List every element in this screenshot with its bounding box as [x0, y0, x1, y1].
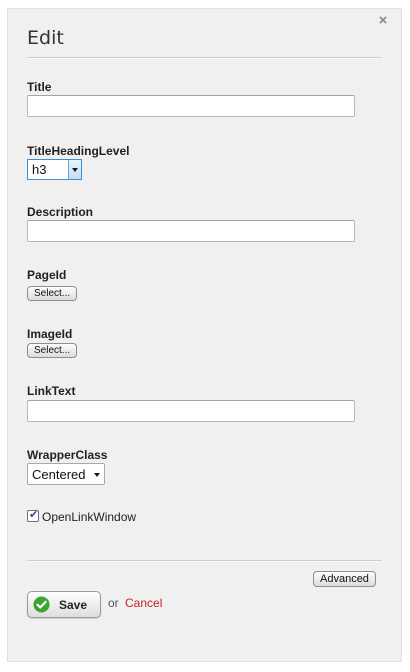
- page-id-label: PageId: [27, 268, 67, 282]
- title-heading-level-select[interactable]: h3: [27, 159, 82, 180]
- link-text-input[interactable]: [27, 400, 355, 422]
- chevron-down-icon: [72, 168, 78, 172]
- header-divider: [27, 57, 382, 59]
- or-text: or: [108, 596, 119, 610]
- save-button[interactable]: Save: [27, 591, 101, 618]
- link-text-label: LinkText: [27, 384, 76, 398]
- page-id-select-button[interactable]: Select...: [27, 286, 78, 301]
- advanced-button[interactable]: Advanced: [313, 571, 376, 587]
- footer-divider: [27, 560, 382, 562]
- wrapper-class-select[interactable]: Centered: [27, 463, 105, 485]
- description-input[interactable]: [27, 220, 355, 242]
- title-label: Title: [27, 80, 52, 94]
- checkmark-icon: ✔: [29, 509, 39, 521]
- image-id-select-button[interactable]: Select...: [27, 343, 78, 358]
- title-heading-level-value: h3: [32, 162, 47, 177]
- save-label: Save: [59, 598, 88, 612]
- title-input[interactable]: [27, 95, 355, 117]
- image-id-label: ImageId: [27, 327, 73, 341]
- open-link-window-checkbox[interactable]: ✔: [27, 509, 39, 522]
- close-icon[interactable]: ×: [376, 13, 390, 28]
- description-label: Description: [27, 205, 94, 219]
- dialog-title: Edit: [27, 27, 64, 49]
- checkmark-circle-icon: [33, 596, 50, 613]
- title-heading-level-label: TitleHeadingLevel: [27, 144, 130, 158]
- wrapper-class-label: WrapperClass: [27, 448, 108, 462]
- dropdown-button[interactable]: [68, 160, 81, 179]
- chevron-down-icon: [94, 473, 100, 477]
- wrapper-class-value: Centered: [32, 467, 86, 482]
- open-link-window-label[interactable]: OpenLinkWindow: [42, 510, 136, 524]
- cancel-link[interactable]: Cancel: [125, 596, 162, 610]
